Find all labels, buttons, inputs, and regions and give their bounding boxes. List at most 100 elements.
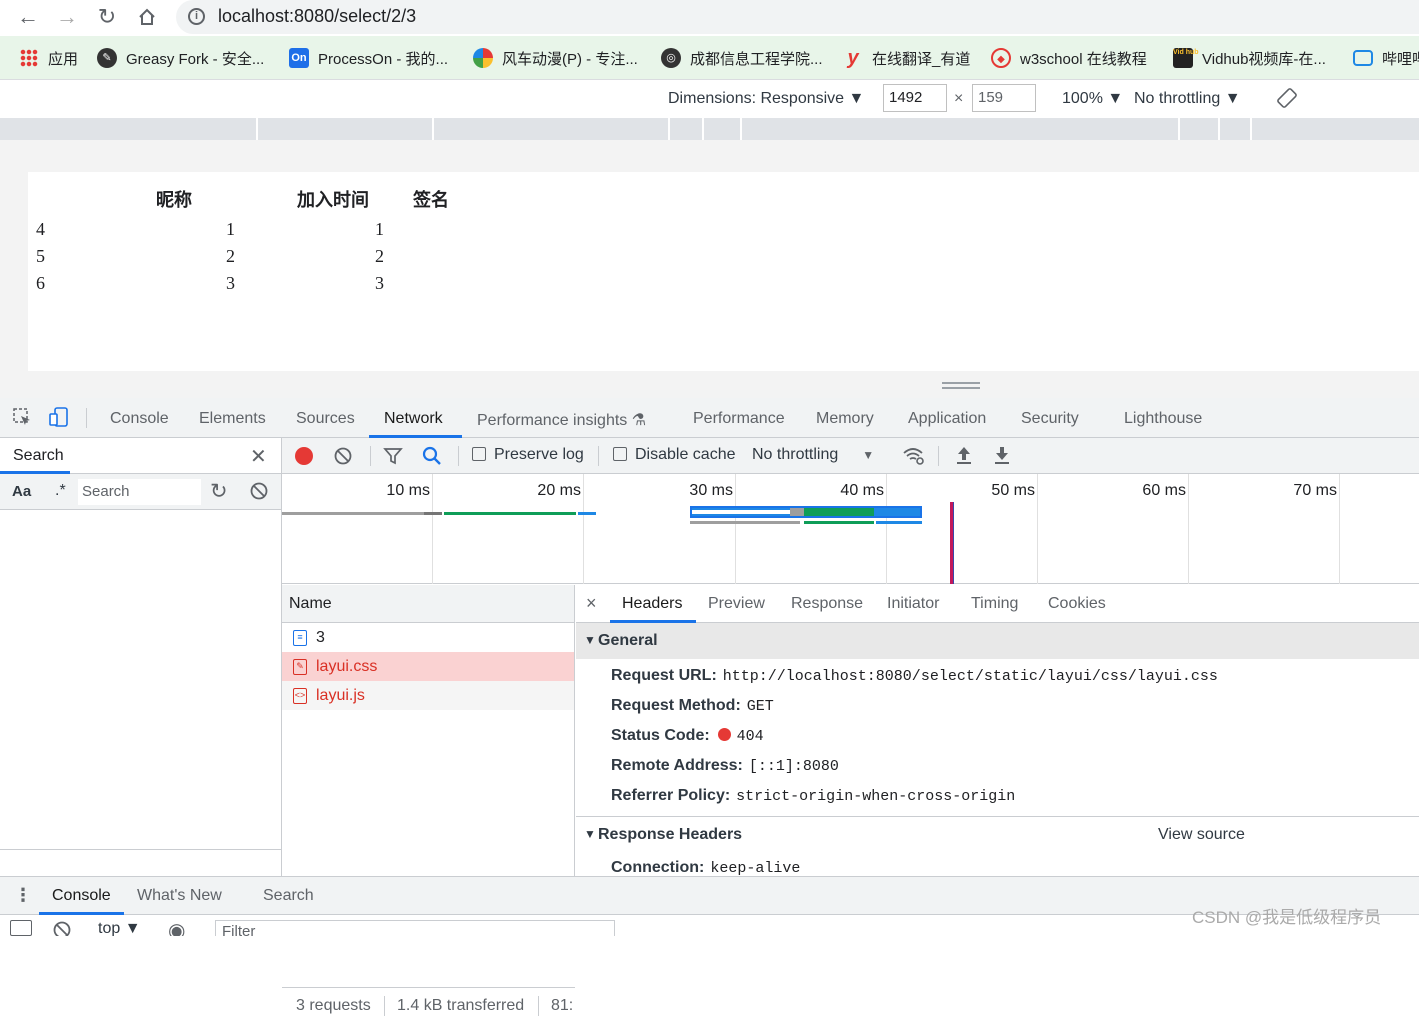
w3school-icon: ◆	[991, 48, 1011, 68]
filter-icon[interactable]	[383, 446, 403, 471]
disable-cache-checkbox[interactable]: Disable cache	[613, 446, 736, 464]
tab-preview[interactable]: Preview	[708, 595, 765, 613]
tab-memory[interactable]: Memory	[816, 410, 874, 428]
device-throttling-select[interactable]: No throttling ▼	[1134, 90, 1241, 108]
clear-log-icon[interactable]	[333, 446, 353, 471]
tab-sources[interactable]: Sources	[296, 410, 355, 428]
bookmark-cuit[interactable]: ◎ 成都信息工程学院...	[661, 47, 823, 69]
bookmark-processon[interactable]: On ProcessOn - 我的...	[289, 47, 448, 69]
record-icon[interactable]	[295, 447, 313, 465]
network-summary-bar: 3 requests 1.4 kB transferred 81:	[282, 987, 575, 1023]
import-har-icon[interactable]	[954, 444, 974, 471]
vidhub-icon: Vid hub	[1173, 48, 1199, 68]
search-icon[interactable]	[421, 445, 443, 472]
table-cell: 4	[36, 219, 45, 239]
reload-icon[interactable]: ↻	[93, 4, 121, 30]
tab-timing[interactable]: Timing	[971, 595, 1018, 613]
bookmark-vidhub[interactable]: Vid hub Vidhub视频库-在...	[1173, 47, 1326, 69]
globe-icon: ◎	[661, 48, 681, 68]
drawer-tab-indicator	[39, 912, 124, 915]
export-har-icon[interactable]	[992, 444, 1012, 471]
bookmark-greasyfork[interactable]: ✎ Greasy Fork - 安全...	[97, 47, 264, 69]
eye-icon[interactable]: ◉	[168, 918, 185, 936]
site-info-icon[interactable]: i	[188, 8, 205, 25]
drawer-tab-search[interactable]: Search	[263, 887, 314, 905]
tab-cookies[interactable]: Cookies	[1048, 595, 1106, 613]
status-code-row: Status Code: 404	[611, 727, 764, 745]
tab-console[interactable]: Console	[110, 410, 169, 428]
preserve-log-checkbox[interactable]: Preserve log	[472, 446, 584, 464]
close-icon[interactable]: ✕	[250, 444, 267, 469]
viewport-resize-handle[interactable]	[942, 382, 980, 389]
media-query-ruler[interactable]	[0, 118, 1419, 140]
back-arrow-icon[interactable]: ←	[14, 4, 42, 30]
address-bar[interactable]: i localhost:8080/select/2/3	[176, 0, 1419, 34]
timeline-tick-label: 60 ms	[1142, 482, 1186, 499]
address-text[interactable]: localhost:8080/select/2/3	[218, 6, 416, 27]
tab-lighthouse[interactable]: Lighthouse	[1124, 410, 1202, 428]
console-filter-input[interactable]: Filter	[215, 920, 615, 936]
tab-headers[interactable]: Headers	[622, 595, 682, 613]
match-case-button[interactable]: Aa	[12, 483, 31, 500]
dimensions-select[interactable]: Dimensions: Responsive ▼	[668, 90, 864, 108]
zoom-select[interactable]: 100% ▼	[1062, 90, 1123, 108]
sidebar-toggle-icon[interactable]	[10, 920, 32, 936]
bookmark-bilibili[interactable]: 哔哩哔	[1353, 47, 1419, 69]
tab-performance-insights[interactable]: Performance insights ⚗	[477, 410, 646, 430]
device-toggle-icon[interactable]	[48, 406, 70, 433]
close-detail-icon[interactable]: ×	[586, 593, 597, 614]
tab-security[interactable]: Security	[1021, 410, 1079, 428]
youdao-icon: y	[847, 47, 859, 69]
tab-application[interactable]: Application	[908, 410, 986, 428]
apps-grid-icon	[20, 49, 38, 67]
general-section-header[interactable]: ▼ General	[576, 623, 1419, 659]
timeline-bar-queue	[424, 512, 442, 515]
connection-header-row: Connection: keep-alive	[611, 859, 801, 876]
search-panel-header: Search ✕	[0, 438, 281, 474]
bookmark-fengche[interactable]: 风车动漫(P) - 专注...	[473, 47, 638, 69]
tab-elements[interactable]: Elements	[199, 410, 266, 428]
network-toolbar: Preserve log Disable cache No throttling…	[282, 438, 1419, 474]
status-error-dot-icon	[717, 728, 731, 741]
request-row-js[interactable]: <> layui.js	[282, 681, 574, 710]
response-headers-section-header[interactable]: ▼ Response Headers View source	[576, 817, 1419, 853]
tab-performance[interactable]: Performance	[693, 410, 785, 428]
forward-arrow-icon[interactable]: →	[53, 4, 81, 30]
timeline-bar-ttfb	[444, 512, 576, 515]
bookmark-w3school[interactable]: ◆ w3school 在线教程	[991, 47, 1147, 69]
network-conditions-icon[interactable]	[902, 445, 926, 472]
network-panel: Preserve log Disable cache No throttling…	[282, 438, 1419, 1023]
request-row-css[interactable]: ✎ layui.css	[282, 652, 574, 681]
drawer-tab-whats-new[interactable]: What's New	[137, 887, 222, 905]
network-overview-timeline[interactable]: 10 ms 20 ms 30 ms 40 ms 50 ms 60 ms 70 m…	[282, 474, 1419, 584]
home-icon[interactable]	[133, 4, 161, 30]
search-input[interactable]: Search	[78, 479, 201, 505]
device-height-input[interactable]: 159	[972, 84, 1036, 112]
tab-initiator[interactable]: Initiator	[887, 595, 939, 613]
name-column-header[interactable]: Name	[282, 585, 574, 623]
tab-network[interactable]: Network	[384, 410, 443, 428]
network-throttling-select[interactable]: No throttling ▼	[752, 446, 874, 464]
table-cell: 5	[36, 246, 45, 266]
clear-icon[interactable]	[249, 481, 269, 506]
more-menu-icon[interactable]: ⋮	[14, 885, 32, 906]
rendered-page: 昵称 加入时间 签名 4 1 1 5 2 2 6 3 3	[28, 172, 1419, 371]
request-method-row: Request Method: GET	[611, 697, 774, 715]
bookmark-apps[interactable]: 应用	[20, 47, 78, 69]
tab-response[interactable]: Response	[791, 595, 863, 613]
view-source-link[interactable]: View source	[1158, 826, 1245, 844]
inspect-element-icon[interactable]	[12, 407, 32, 432]
search-toolbar: Aa .* Search ↻	[0, 474, 281, 510]
drawer-tab-console[interactable]: Console	[52, 887, 111, 905]
regex-button[interactable]: .*	[55, 482, 66, 500]
table-row: 5 2 2	[36, 243, 449, 270]
request-row-document[interactable]: ≡ 3	[282, 623, 574, 652]
document-icon: ≡	[293, 630, 307, 646]
dimension-separator: ×	[954, 90, 964, 107]
context-select[interactable]: top ▼	[98, 920, 141, 936]
clear-console-icon[interactable]	[52, 920, 72, 936]
rotate-icon[interactable]	[1276, 87, 1298, 114]
refresh-icon[interactable]: ↻	[210, 479, 228, 504]
bookmark-youdao[interactable]: y 在线翻译_有道	[843, 47, 970, 69]
device-width-input[interactable]: 1492	[883, 84, 947, 112]
